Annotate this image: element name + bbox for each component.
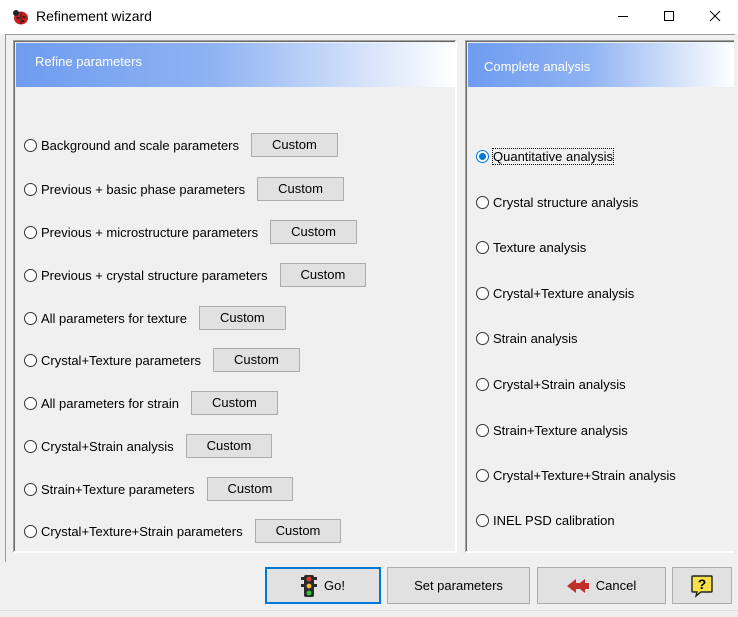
radio-button-selected[interactable] <box>476 150 489 163</box>
analysis-option-label[interactable]: Crystal+Strain analysis <box>493 377 626 392</box>
analysis-option-label[interactable]: Texture analysis <box>493 240 586 255</box>
analysis-option-label[interactable]: Crystal+Texture analysis <box>493 286 634 301</box>
radio-button[interactable] <box>476 196 489 209</box>
radio-button[interactable] <box>24 396 37 410</box>
maximize-button[interactable] <box>646 0 692 32</box>
refine-option-label[interactable]: Crystal+Strain analysis <box>41 439 174 454</box>
help-button[interactable]: ? <box>672 567 732 604</box>
radio-button[interactable] <box>24 311 37 325</box>
analysis-option-row: INEL PSD calibration <box>476 513 615 528</box>
custom-button[interactable]: Custom <box>279 263 367 287</box>
radio-button[interactable] <box>24 225 37 239</box>
ladybug-icon <box>13 10 28 25</box>
refine-option-row: Strain+Texture parameters Custom <box>24 477 294 501</box>
radio-button[interactable] <box>476 241 489 254</box>
analysis-option-label[interactable]: Strain+Texture analysis <box>493 423 628 438</box>
set-parameters-label: Set parameters <box>414 578 503 593</box>
refine-option-row: Crystal+Texture parameters Custom <box>24 348 300 372</box>
custom-button[interactable]: Custom <box>254 519 342 543</box>
help-button-label: ? <box>697 575 707 592</box>
radio-button[interactable] <box>24 138 37 152</box>
cancel-button-label: Cancel <box>595 578 637 593</box>
radio-button[interactable] <box>476 469 489 482</box>
refine-option-row: Crystal+Texture+Strain parameters Custom <box>24 519 342 543</box>
analysis-option-row: Strain+Texture analysis <box>476 423 628 438</box>
refine-option-row: Crystal+Strain analysis Custom <box>24 434 273 458</box>
refine-option-label[interactable]: All parameters for strain <box>41 396 179 411</box>
custom-button[interactable]: Custom <box>251 133 338 157</box>
radio-button[interactable] <box>24 482 37 496</box>
analysis-option-label[interactable]: INEL PSD calibration <box>493 513 615 528</box>
maximize-icon <box>664 11 674 21</box>
complete-analysis-panel: Complete analysis Quantitative analysis … <box>465 40 734 553</box>
radio-button[interactable] <box>24 268 37 282</box>
go-button[interactable]: Go! <box>265 567 381 604</box>
custom-button[interactable]: Custom <box>191 391 278 415</box>
custom-button[interactable]: Custom <box>257 177 344 201</box>
refine-option-label[interactable]: Strain+Texture parameters <box>41 482 195 497</box>
refine-option-label[interactable]: Previous + crystal structure parameters <box>41 268 268 283</box>
analysis-option-row: Crystal+Strain analysis <box>476 377 626 392</box>
client-border-left <box>5 34 6 562</box>
refine-option-label[interactable]: Previous + microstructure parameters <box>41 225 258 240</box>
complete-analysis-header: Complete analysis <box>468 43 734 87</box>
radio-button[interactable] <box>476 287 489 300</box>
analysis-option-row: Strain analysis <box>476 331 578 346</box>
refine-option-row: Background and scale parameters Custom <box>24 133 338 157</box>
refine-option-label[interactable]: Crystal+Texture parameters <box>41 353 201 368</box>
custom-button[interactable]: Custom <box>206 477 294 501</box>
minimize-icon <box>618 16 628 17</box>
analysis-option-row: Crystal+Texture+Strain analysis <box>476 468 676 483</box>
radio-button[interactable] <box>476 514 489 527</box>
refine-option-row: Previous + crystal structure parameters … <box>24 263 367 287</box>
radio-button[interactable] <box>476 332 489 345</box>
refine-parameters-header: Refine parameters <box>16 43 455 87</box>
analysis-option-label[interactable]: Strain analysis <box>493 331 578 346</box>
minimize-button[interactable] <box>600 0 646 32</box>
analysis-option-label[interactable]: Quantitative analysis <box>492 148 614 165</box>
radio-button[interactable] <box>476 378 489 391</box>
close-icon <box>709 10 721 22</box>
analysis-option-row: Quantitative analysis <box>476 148 614 165</box>
radio-button[interactable] <box>24 353 37 367</box>
refine-option-row: Previous + microstructure parameters Cus… <box>24 220 357 244</box>
close-button[interactable] <box>692 0 738 32</box>
traffic-light-icon <box>301 574 318 597</box>
custom-button[interactable]: Custom <box>198 306 286 330</box>
refine-option-label[interactable]: Crystal+Texture+Strain parameters <box>41 524 243 539</box>
analysis-option-row: Texture analysis <box>476 240 586 255</box>
bottom-separator <box>0 610 738 611</box>
help-speech-bubble-icon: ? <box>690 574 714 598</box>
analysis-option-label[interactable]: Crystal+Texture+Strain analysis <box>493 468 676 483</box>
title-bar: Refinement wizard <box>0 0 738 34</box>
analysis-option-label[interactable]: Crystal structure analysis <box>493 195 638 210</box>
window-title: Refinement wizard <box>36 8 152 24</box>
analysis-option-row: Crystal structure analysis <box>476 195 638 210</box>
radio-button[interactable] <box>476 424 489 437</box>
radio-button[interactable] <box>24 182 37 196</box>
refine-option-label[interactable]: Previous + basic phase parameters <box>41 182 245 197</box>
refine-option-row: Previous + basic phase parameters Custom <box>24 177 344 201</box>
refine-option-label[interactable]: All parameters for texture <box>41 311 187 326</box>
radio-button[interactable] <box>24 439 37 453</box>
cancel-button[interactable]: Cancel <box>537 567 666 604</box>
refine-option-row: All parameters for strain Custom <box>24 391 278 415</box>
custom-button[interactable]: Custom <box>270 220 357 244</box>
refine-parameters-panel: Refine parameters Background and scale p… <box>13 40 457 553</box>
go-button-label: Go! <box>324 578 345 593</box>
client-border <box>5 34 735 35</box>
custom-button[interactable]: Custom <box>185 434 273 458</box>
refine-option-label[interactable]: Background and scale parameters <box>41 138 239 153</box>
analysis-option-row: Crystal+Texture analysis <box>476 286 634 301</box>
radio-button[interactable] <box>24 524 37 538</box>
custom-button[interactable]: Custom <box>213 348 300 372</box>
refine-option-row: All parameters for texture Custom <box>24 306 286 330</box>
set-parameters-button[interactable]: Set parameters <box>387 567 530 604</box>
back-arrows-icon <box>566 578 589 593</box>
